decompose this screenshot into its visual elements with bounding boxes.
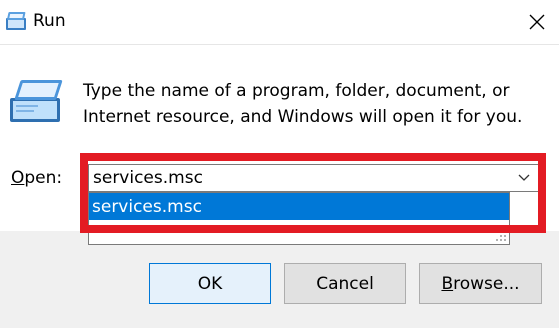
run-app-icon bbox=[6, 12, 26, 30]
description-line-2: Internet resource, and Windows will open… bbox=[83, 107, 523, 127]
close-icon bbox=[529, 14, 545, 30]
browse-accelerator: B bbox=[441, 273, 454, 294]
window-title: Run bbox=[33, 11, 66, 31]
browse-label: rowse... bbox=[453, 273, 520, 294]
resize-grip-icon[interactable] bbox=[495, 230, 507, 242]
open-label-text: pen: bbox=[24, 168, 63, 188]
run-description: Type the name of a program, folder, docu… bbox=[83, 78, 553, 130]
open-combobox[interactable]: services.msc bbox=[88, 164, 539, 192]
run-dialog: Run Type the name of a program, folder, … bbox=[0, 0, 559, 328]
run-program-icon bbox=[10, 80, 63, 122]
close-button[interactable] bbox=[517, 2, 557, 42]
dropdown-toggle[interactable] bbox=[512, 165, 536, 191]
chevron-down-icon bbox=[518, 174, 530, 181]
cancel-button[interactable]: Cancel bbox=[284, 263, 406, 304]
title-divider bbox=[0, 44, 559, 45]
ok-button[interactable]: OK bbox=[149, 263, 271, 304]
suggestion-text: services.msc bbox=[92, 197, 202, 217]
title-bar: Run bbox=[0, 0, 559, 44]
description-line-1: Type the name of a program, folder, docu… bbox=[83, 81, 510, 101]
open-label-accelerator: O bbox=[11, 168, 25, 188]
open-label: Open: bbox=[11, 166, 62, 190]
browse-button[interactable]: Browse... bbox=[419, 263, 542, 304]
suggestion-item[interactable]: services.msc bbox=[89, 193, 509, 220]
open-input[interactable]: services.msc bbox=[93, 167, 203, 189]
autocomplete-dropdown: services.msc bbox=[88, 192, 510, 245]
